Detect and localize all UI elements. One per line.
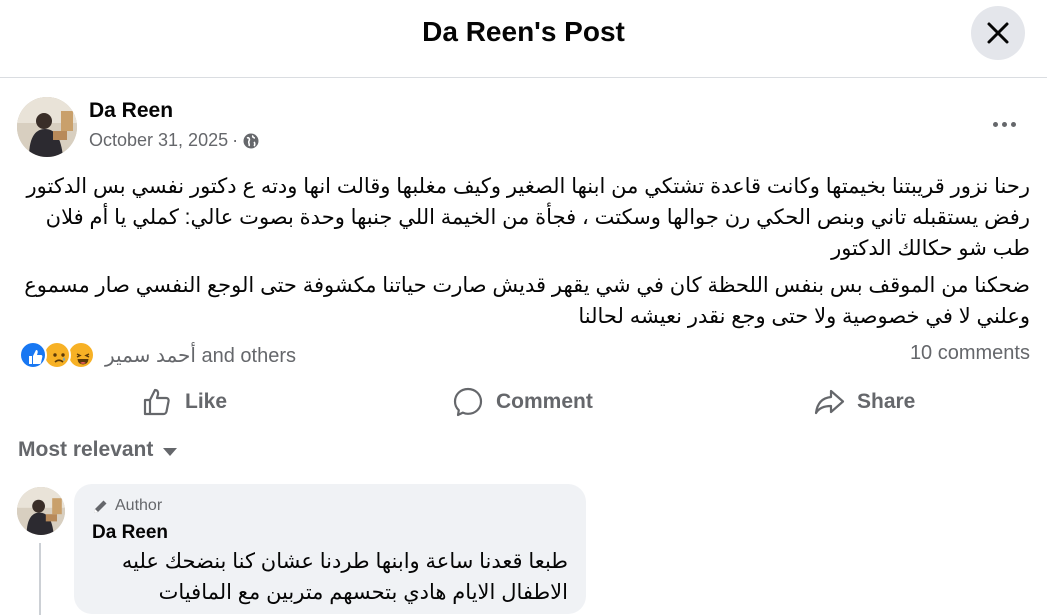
sad-reaction-icon [43,341,71,369]
avatar-photo-icon [17,487,65,535]
like-button[interactable]: Like [141,382,227,422]
comment-label: Comment [496,390,593,413]
comment-icon [453,387,483,417]
author-badge: Author [92,497,162,515]
comment-button[interactable]: Comment [452,382,593,422]
like-reaction-icon [19,341,47,369]
meta-separator: · [232,130,239,150]
avatar-photo-icon [17,97,77,157]
post-author-avatar[interactable] [17,97,77,157]
close-button[interactable] [971,6,1025,60]
like-icon [143,388,170,416]
share-label: Share [857,390,916,413]
globe-icon [243,133,259,148]
dialog-header: Da Reen's Post [0,0,1047,78]
sort-label: Most relevant [18,438,154,461]
pencil-icon [94,500,107,513]
comment-sort-dropdown[interactable]: Most relevant [18,438,178,462]
caret-down-icon [163,447,178,456]
reaction-names[interactable]: أحمد سمير and others [105,343,296,368]
comments-count[interactable]: 10 comments [910,342,1030,365]
reactions-summary[interactable]: أحمد سمير and others [19,339,296,371]
post-paragraph-2: ضحكنا من الموقف بس بنفس اللحظة كان في شي… [24,274,1030,328]
post-paragraph-1: رحنا نزور قريبتنا بخيمتها وكانت قاعدة تش… [26,175,1030,260]
share-button[interactable]: Share [813,382,915,422]
haha-reaction-icon [67,341,95,369]
thread-line [39,543,41,615]
post-author-name[interactable]: Da Reen [89,99,173,123]
close-icon [987,22,1009,44]
like-label: Like [185,390,228,413]
comment-bubble: Author Da Reen طبعا قعدنا ساعة وابنها طر… [74,484,586,614]
share-icon [814,389,845,415]
more-horizontal-icon [992,121,998,127]
author-badge-label: Author [115,497,163,514]
dialog-title: Da Reen's Post [422,16,625,47]
post-meta: October 31, 2025 · [89,130,259,151]
more-options-button[interactable] [982,108,1026,140]
comment-text: طبعا قعدنا ساعة وابنها طردنا عشان كنا بن… [121,550,568,604]
post-date[interactable]: October 31, 2025 [89,130,228,151]
comment-author-avatar[interactable] [17,487,65,535]
comment-author-name[interactable]: Da Reen [92,522,168,544]
